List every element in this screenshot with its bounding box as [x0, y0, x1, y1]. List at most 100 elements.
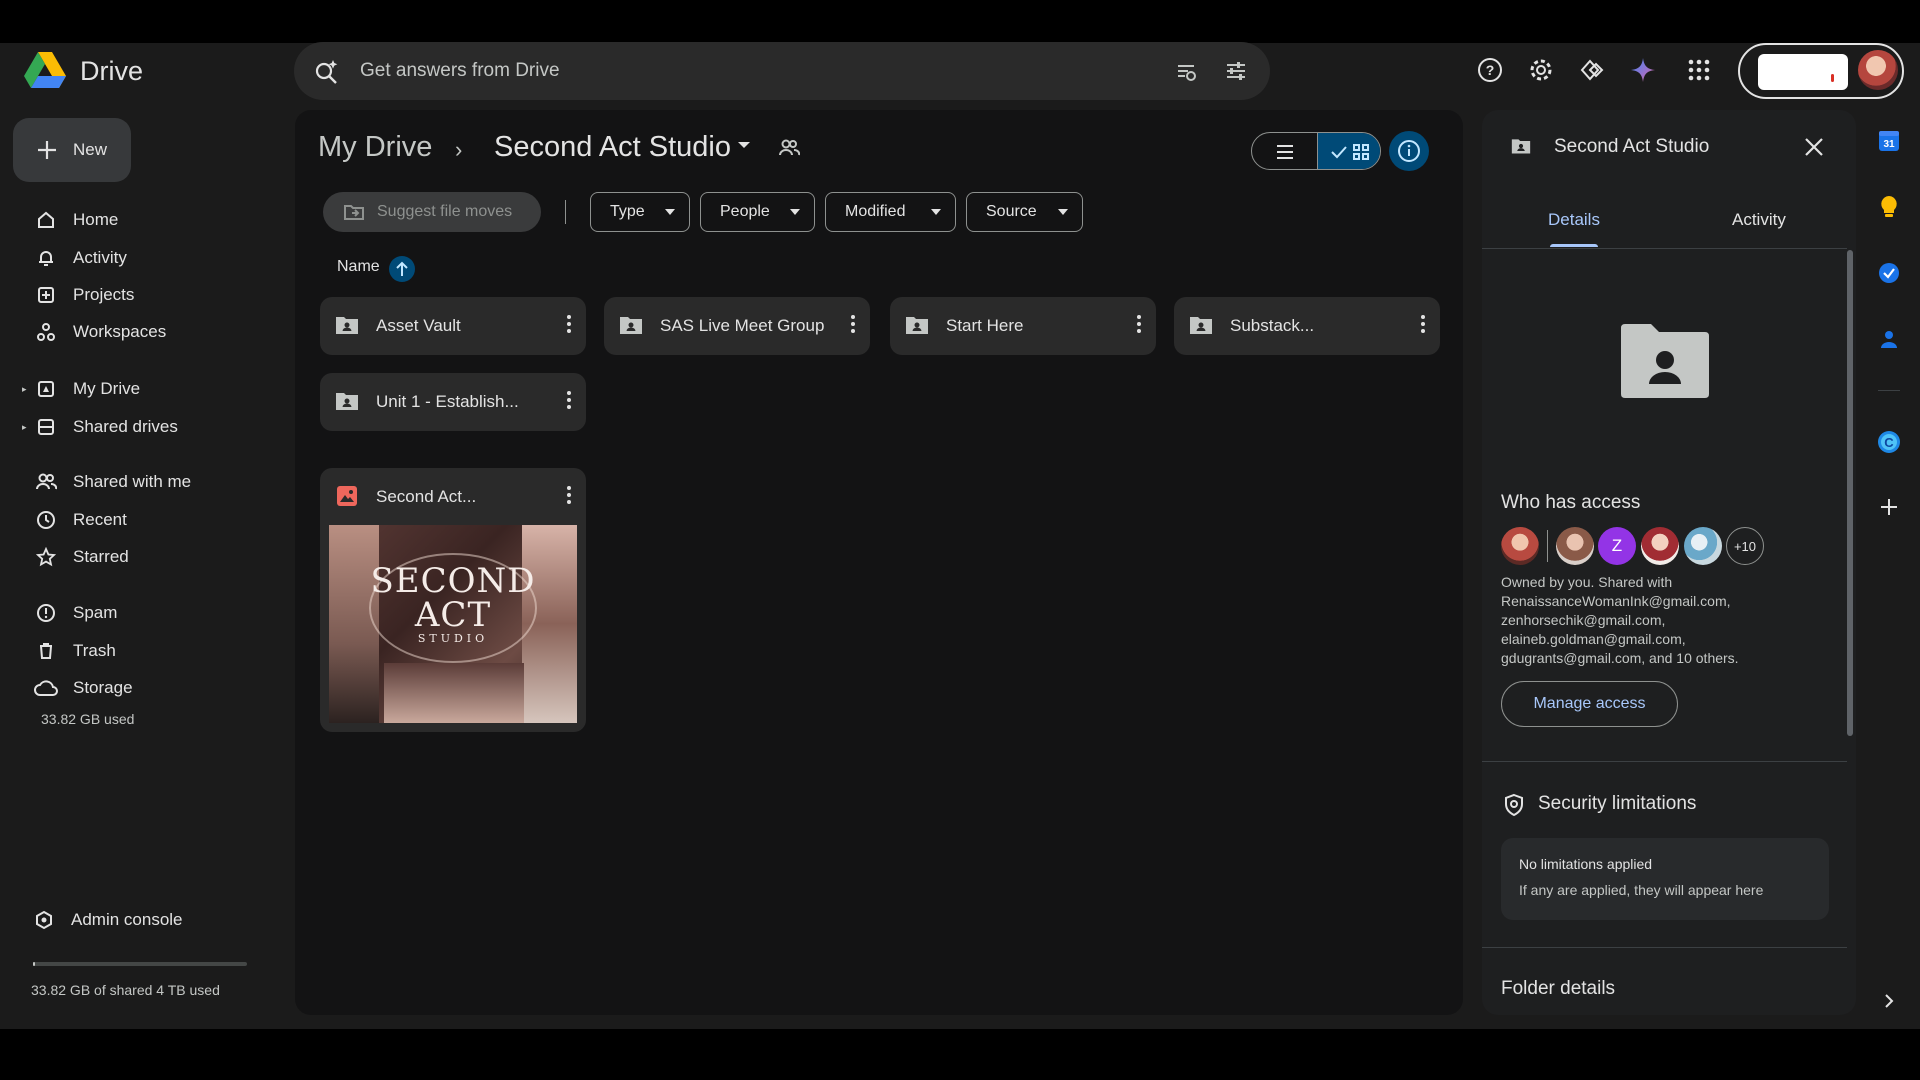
shared-user-avatar[interactable]	[1556, 527, 1594, 565]
file-thumbnail[interactable]: SECOND ACT STUDIO	[329, 525, 577, 723]
nav-item-shared-with-me[interactable]: Shared with me	[0, 464, 290, 500]
more-options-icon[interactable]	[1136, 314, 1142, 334]
get-addons-plus-icon[interactable]	[1874, 492, 1904, 522]
nav-item-storage[interactable]: Storage	[0, 670, 290, 706]
admin-console-link[interactable]: Admin console	[0, 902, 290, 938]
nav-item-label: Projects	[73, 285, 135, 304]
account-switcher[interactable]	[1738, 43, 1904, 99]
folder-menu-dropdown-icon[interactable]	[737, 140, 751, 150]
shared-folder-people-icon[interactable]	[778, 138, 800, 158]
filter-chip-type[interactable]: Type	[590, 192, 690, 232]
list-view-button[interactable]	[1252, 133, 1317, 169]
divider	[1482, 248, 1847, 249]
expand-arrow-icon[interactable]: ▸	[22, 422, 27, 433]
more-options-icon[interactable]	[566, 485, 572, 505]
nav-item-my-drive[interactable]: ▸ My Drive	[0, 371, 290, 407]
more-options-icon[interactable]	[566, 390, 572, 410]
svg-text:31: 31	[1883, 139, 1895, 150]
folder-name: Asset Vault	[376, 316, 461, 335]
owner-avatar[interactable]	[1501, 527, 1539, 565]
folder-card[interactable]: Asset Vault	[320, 297, 586, 355]
details-scrollbar[interactable]	[1847, 250, 1853, 736]
drive-logo[interactable]: Drive	[24, 52, 143, 90]
home-icon	[34, 208, 58, 232]
gemini-features-icon[interactable]	[1576, 54, 1608, 86]
admin-icon	[32, 908, 56, 932]
folder-card[interactable]: Substack...	[1174, 297, 1440, 355]
shared-user-avatar[interactable]: Z	[1598, 527, 1636, 565]
nav-item-recent[interactable]: Recent	[0, 502, 290, 538]
security-limitations-box: No limitations applied If any are applie…	[1501, 838, 1829, 920]
manage-access-button[interactable]: Manage access	[1501, 681, 1678, 727]
view-details-button[interactable]	[1389, 131, 1429, 171]
nav-item-shared-drives[interactable]: ▸ Shared drives	[0, 409, 290, 445]
thumbnail-title-line: ACT	[414, 595, 492, 635]
breadcrumb-current-folder[interactable]: Second Act Studio	[494, 131, 731, 164]
more-options-icon[interactable]	[850, 314, 856, 334]
filter-chip-label: Source	[986, 203, 1037, 220]
breadcrumb-my-drive[interactable]: My Drive	[318, 131, 432, 164]
cloud-icon	[34, 676, 58, 700]
clock-icon	[34, 508, 58, 532]
shared-user-avatar[interactable]	[1641, 527, 1679, 565]
apps-grid-icon[interactable]	[1683, 54, 1715, 86]
filter-chip-people[interactable]: People	[700, 192, 815, 232]
shared-folder-icon	[905, 315, 929, 335]
settings-icon[interactable]	[1525, 54, 1557, 86]
nav-item-activity[interactable]: Activity	[0, 240, 290, 276]
search-input[interactable]: Get answers from Drive	[360, 60, 560, 82]
user-avatar[interactable]	[1858, 50, 1898, 90]
who-has-access-heading: Who has access	[1501, 492, 1641, 513]
tab-details[interactable]: Details	[1548, 210, 1600, 230]
nav-item-label: My Drive	[73, 379, 141, 398]
suggest-file-moves-button[interactable]: Suggest file moves	[323, 192, 541, 232]
nav-item-workspaces[interactable]: Workspaces	[0, 314, 290, 350]
more-users-count[interactable]: +10	[1726, 527, 1764, 565]
folder-card[interactable]: Unit 1 - Establish...	[320, 373, 586, 431]
close-icon[interactable]	[1803, 136, 1825, 158]
more-options-icon[interactable]	[1420, 314, 1426, 334]
sort-by-name-label[interactable]: Name	[337, 258, 380, 276]
file-card[interactable]: Second Act... SECOND ACT STUDIO	[320, 468, 586, 732]
more-options-icon[interactable]	[566, 314, 572, 334]
admin-console-label: Admin console	[71, 910, 183, 929]
grid-view-button[interactable]	[1317, 133, 1380, 169]
nav-item-home[interactable]: Home	[0, 202, 290, 238]
nav-item-trash[interactable]: Trash	[0, 633, 290, 669]
keep-icon[interactable]	[1874, 192, 1904, 222]
shared-folder-icon	[619, 315, 643, 335]
contacts-icon[interactable]	[1874, 324, 1904, 354]
limitations-hint-text: If any are applied, they will appear her…	[1519, 882, 1764, 898]
shared-folder-icon	[1511, 137, 1531, 155]
expand-arrow-icon[interactable]: ▸	[22, 384, 27, 395]
search-options-icon[interactable]	[1224, 59, 1248, 83]
shared-folder-icon	[1189, 315, 1213, 335]
folder-card[interactable]: Start Here	[890, 297, 1156, 355]
nav-item-projects[interactable]: Projects	[0, 277, 290, 313]
expand-side-panel-icon[interactable]	[1874, 986, 1904, 1016]
filter-chip-source[interactable]: Source	[966, 192, 1083, 232]
shared-user-avatar[interactable]	[1684, 527, 1722, 565]
calendar-icon[interactable]: 31	[1874, 126, 1904, 156]
help-icon[interactable]: ?	[1474, 54, 1506, 86]
svg-text:C: C	[1884, 435, 1894, 450]
gemini-icon[interactable]	[1627, 54, 1659, 86]
sort-direction-button[interactable]	[389, 256, 415, 282]
new-button[interactable]: New	[13, 118, 131, 182]
view-toggle[interactable]	[1251, 132, 1381, 170]
tasks-icon[interactable]	[1874, 258, 1904, 288]
nav-item-label: Shared with me	[73, 472, 192, 491]
storage-used-text: 33.82 GB used	[41, 711, 135, 727]
trash-icon	[34, 639, 58, 663]
shared-folder-icon	[335, 391, 359, 411]
nav-item-spam[interactable]: Spam	[0, 595, 290, 631]
nav-item-starred[interactable]: Starred	[0, 539, 290, 575]
filter-chip-modified[interactable]: Modified	[825, 192, 956, 232]
tab-activity[interactable]: Activity	[1732, 210, 1786, 230]
folder-card[interactable]: SAS Live Meet Group	[604, 297, 870, 355]
search-history-icon[interactable]	[1174, 59, 1198, 83]
move-file-icon	[343, 202, 365, 222]
addon-c-icon[interactable]: C	[1874, 427, 1904, 457]
bell-icon	[34, 246, 58, 270]
search-bar[interactable]: Get answers from Drive	[294, 42, 1270, 100]
